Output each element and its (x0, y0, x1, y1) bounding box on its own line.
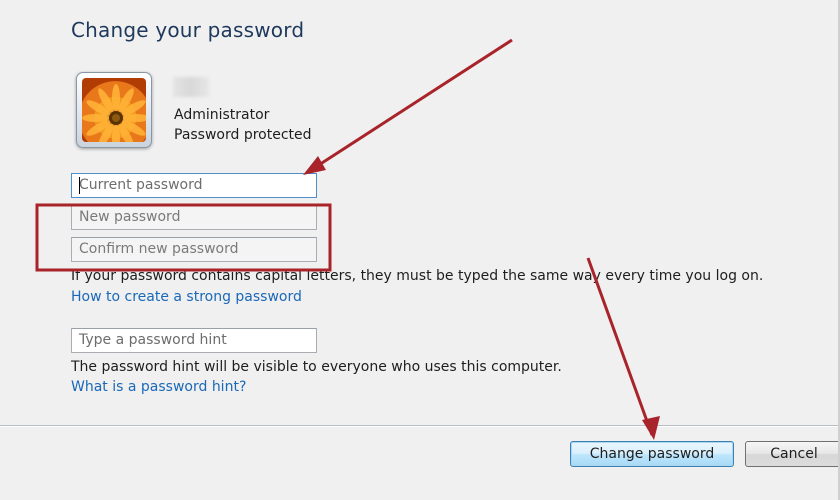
user-role: Administrator (174, 107, 270, 123)
confirm-password-field[interactable]: Confirm new password (71, 237, 317, 262)
text-caret (79, 177, 80, 194)
user-password-status: Password protected (174, 127, 312, 143)
cancel-button[interactable]: Cancel (745, 441, 840, 467)
arrow-to-current-password (307, 38, 513, 174)
password-hint-field[interactable]: Type a password hint (71, 328, 317, 353)
flower-icon (82, 78, 146, 142)
user-name-redacted (173, 77, 209, 97)
arrow-to-change-button (586, 257, 654, 436)
password-hint-link[interactable]: What is a password hint? (71, 379, 246, 395)
current-password-field[interactable]: Current password (71, 173, 317, 198)
strong-password-link[interactable]: How to create a strong password (71, 289, 302, 305)
footer-divider-highlight (0, 426, 840, 427)
page-title: Change your password (71, 18, 305, 42)
capital-letters-note: If your password contains capital letter… (71, 268, 764, 284)
user-avatar (76, 72, 152, 148)
change-password-button[interactable]: Change password (570, 441, 734, 467)
new-password-field[interactable]: New password (71, 205, 317, 230)
change-password-page: Change your password Administrator Passw… (0, 0, 840, 500)
password-hint-note: The password hint will be visible to eve… (71, 359, 562, 375)
arrow-head-change (642, 416, 660, 440)
